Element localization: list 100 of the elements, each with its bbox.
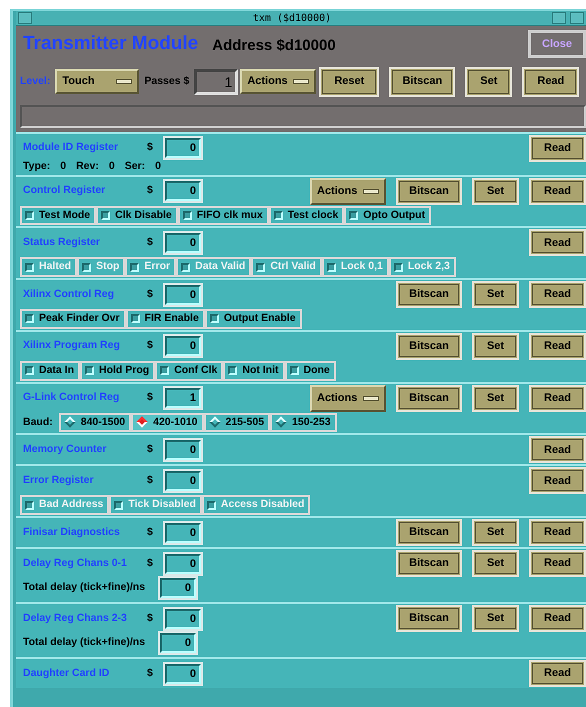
passes-label: Passes $ (144, 74, 190, 89)
register-value-field[interactable]: 0 (165, 554, 201, 574)
dropdown-menu-button[interactable]: Actions (310, 178, 386, 204)
menu-indicator-icon (116, 79, 132, 84)
dollar-label: $ (147, 472, 154, 488)
checkbox[interactable]: Done (284, 360, 336, 380)
dropdown-menu-button[interactable]: Touch (55, 69, 140, 94)
register-label: G-Link Control Reg (22, 390, 120, 406)
register-button[interactable]: Set (472, 550, 519, 577)
level-label: Level: (20, 74, 50, 89)
toolbar-button[interactable]: Set (465, 66, 512, 96)
register-button[interactable]: Read (529, 332, 586, 360)
radio-button[interactable]: 215-505 (204, 412, 270, 432)
delay-field[interactable]: 0 (160, 578, 196, 598)
register-button[interactable]: Bitscan (396, 178, 462, 204)
checkbox[interactable]: FIR Enable (126, 309, 205, 329)
register-button[interactable]: Bitscan (396, 519, 462, 546)
register-button[interactable]: Read (529, 550, 586, 577)
register-value-field[interactable]: 1 (165, 388, 201, 408)
checkbox[interactable]: Test Mode (20, 206, 96, 226)
info-label: Rev: (76, 158, 99, 174)
register-button[interactable]: Read (529, 467, 586, 494)
info-label: Ser: (124, 158, 146, 174)
checkbox[interactable]: Not Init (223, 360, 285, 380)
register-button[interactable]: Read (529, 178, 586, 204)
dollar-label: $ (147, 234, 154, 250)
register-value-field[interactable]: 0 (165, 440, 201, 460)
register-button[interactable]: Read (529, 229, 586, 256)
info-value: 0 (155, 158, 161, 174)
baud-label: Baud: (23, 414, 53, 430)
register-value-field[interactable]: 0 (165, 336, 201, 356)
checkbox[interactable]: Test clock (268, 206, 344, 226)
register-button[interactable]: Set (472, 281, 519, 308)
register-value-field[interactable]: 0 (165, 470, 201, 491)
register-value-field[interactable]: 0 (165, 181, 201, 201)
checkbox[interactable]: Clk Disable (96, 206, 178, 226)
register-button[interactable]: Read (529, 134, 586, 162)
register-button[interactable]: Set (472, 605, 519, 632)
toolbar-button[interactable]: Reset (319, 66, 380, 96)
register-label: Finisar Diagnostics (22, 524, 121, 540)
toolbar-button[interactable]: Bitscan (389, 66, 456, 96)
register-button[interactable]: Read (529, 384, 586, 412)
register-label: Error Register (22, 472, 95, 488)
dollar-label: $ (147, 610, 154, 626)
register-label: Xilinx Control Reg (22, 286, 116, 302)
radio-button[interactable]: 420-1010 (131, 412, 204, 432)
register-button[interactable]: Set (472, 332, 519, 360)
register-value-field[interactable]: 0 (165, 664, 201, 684)
checkbox[interactable]: Data In (20, 360, 80, 380)
register-value-field[interactable]: 0 (165, 522, 201, 542)
dollar-label: $ (147, 183, 154, 198)
dropdown-menu-button[interactable]: Actions (240, 69, 316, 94)
checkbox[interactable]: Peak Finder Ovr (20, 309, 126, 329)
dollar-label: $ (147, 442, 154, 457)
dollar-label: $ (147, 390, 154, 406)
dollar-label: $ (147, 286, 154, 302)
checkbox[interactable]: FIFO clk mux (178, 206, 269, 226)
register-button[interactable]: Set (472, 178, 519, 204)
window-menu-button[interactable] (18, 12, 32, 24)
register-button[interactable]: Read (529, 605, 586, 632)
register-button[interactable]: Set (472, 519, 519, 546)
radio-button[interactable]: 150-253 (270, 412, 337, 432)
radio-button[interactable]: 840-1500 (58, 412, 132, 432)
maximize-button[interactable] (570, 12, 584, 24)
register-button[interactable]: Read (529, 436, 586, 464)
dollar-label: $ (147, 140, 154, 156)
register-label: Delay Reg Chans 0-1 (22, 556, 128, 571)
register-value-field[interactable]: 0 (165, 232, 201, 253)
window-title: txm ($d10000) (252, 12, 332, 26)
info-label: Type: (23, 158, 50, 174)
register-value-field[interactable]: 0 (165, 138, 201, 158)
register-button[interactable]: Bitscan (396, 384, 462, 412)
delay-field[interactable]: 0 (160, 633, 196, 653)
register-button[interactable]: Bitscan (396, 332, 462, 360)
register-button[interactable]: Bitscan (396, 550, 462, 577)
checkbox[interactable]: Hold Prog (80, 360, 156, 380)
register-button[interactable]: Read (529, 660, 586, 687)
dollar-label: $ (147, 666, 154, 681)
register-label: Status Register (22, 234, 102, 250)
register-label: Xilinx Program Reg (22, 338, 121, 354)
register-label: Daughter Card ID (22, 666, 110, 681)
dollar-label: $ (147, 556, 154, 571)
register-button[interactable]: Read (529, 281, 586, 308)
minimize-button[interactable] (552, 12, 566, 24)
register-value-field[interactable]: 0 (165, 284, 201, 304)
register-button[interactable]: Set (472, 384, 519, 412)
register-button[interactable]: Read (529, 519, 586, 546)
toolbar-button[interactable]: Read (522, 66, 580, 96)
checkbox[interactable]: Opto Output (344, 206, 432, 226)
info-value: 0 (60, 158, 66, 174)
dropdown-menu-button[interactable]: Actions (310, 384, 386, 412)
checkbox[interactable]: Output Enable (204, 309, 302, 329)
register-button[interactable]: Bitscan (396, 281, 462, 308)
register-value-field[interactable]: 0 (165, 608, 201, 628)
register-button[interactable]: Bitscan (396, 605, 462, 632)
checkbox[interactable]: Conf Clk (155, 360, 224, 380)
register-label: Memory Counter (22, 442, 108, 457)
module-title: Transmitter Module (23, 32, 198, 56)
address-label: Address $d10000 (212, 36, 336, 56)
passes-field[interactable]: 1 (194, 68, 238, 94)
